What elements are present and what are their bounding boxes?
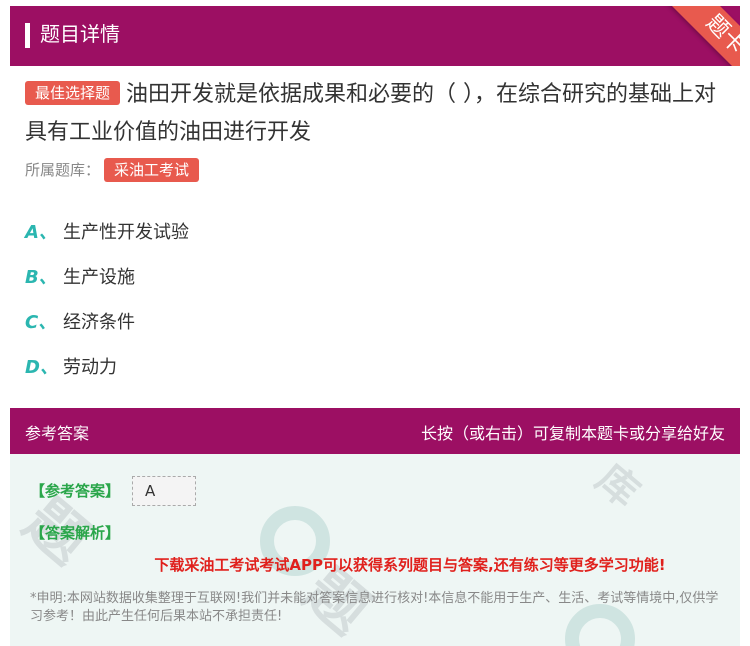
answer-value[interactable]: A [132, 476, 196, 506]
answer-header-bar: 参考答案 长按（或右击）可复制本题卡或分享给好友 [10, 408, 740, 454]
answer-label: 【参考答案】 [30, 482, 121, 500]
option-a[interactable]: A、 生产性开发试验 [25, 208, 189, 253]
question-type-tag: 最佳选择题 [25, 81, 121, 105]
question-source: 所属题库： 采油工考试 [25, 157, 205, 183]
question-text: 油田开发就是依据成果和必要的（ ），在综合研究的基础上对具有工业价值的油田进行开… [25, 82, 717, 145]
watermark-glyph: 库 [587, 455, 648, 517]
app-download-promo[interactable]: 下载采油工考试考试APP可以获得系列题目与答案,还有练习等更多学习功能! [10, 554, 740, 575]
option-letter: D、 [25, 356, 58, 378]
option-letter: B、 [25, 266, 57, 288]
question-stem: 最佳选择题 油田开发就是依据成果和必要的（ ），在综合研究的基础上对具有工业价值的… [25, 76, 725, 152]
source-tag[interactable]: 采油工考试 [104, 158, 200, 182]
option-letter: C、 [25, 311, 57, 333]
ribbon-label: 题卡 [700, 10, 740, 60]
share-hint: 长按（或右击）可复制本题卡或分享给好友 [420, 424, 725, 443]
option-b[interactable]: B、 生产设施 [25, 253, 189, 298]
option-d[interactable]: D、 劳动力 [25, 343, 189, 388]
option-letter: A、 [25, 221, 57, 243]
question-card-ribbon[interactable]: 题卡 [659, 6, 740, 66]
option-list: A、 生产性开发试验 B、 生产设施 C、 经济条件 D、 劳动力 [25, 208, 189, 388]
disclaimer-text: *申明:本网站数据收集整理于互联网!我们并未能对答案信息进行核对!本信息不能用于… [30, 591, 719, 624]
source-label: 所属题库： [25, 161, 101, 179]
answer-panel: 题 题 库 【参考答案】 A 【答案解析】 下载采油工考试考试APP可以获得系列… [10, 454, 740, 646]
option-text: 生产设施 [63, 266, 135, 288]
page-title: 题目详情 [40, 22, 120, 46]
option-text: 劳动力 [63, 356, 117, 378]
analysis-label: 【答案解析】 [30, 524, 121, 542]
option-text: 经济条件 [63, 311, 135, 333]
option-text: 生产性开发试验 [63, 221, 189, 243]
option-c[interactable]: C、 经济条件 [25, 298, 189, 343]
header-accent-bar [25, 23, 30, 48]
page-header: 题目详情 题卡 [10, 6, 740, 66]
answer-header-title: 参考答案 [25, 424, 90, 443]
